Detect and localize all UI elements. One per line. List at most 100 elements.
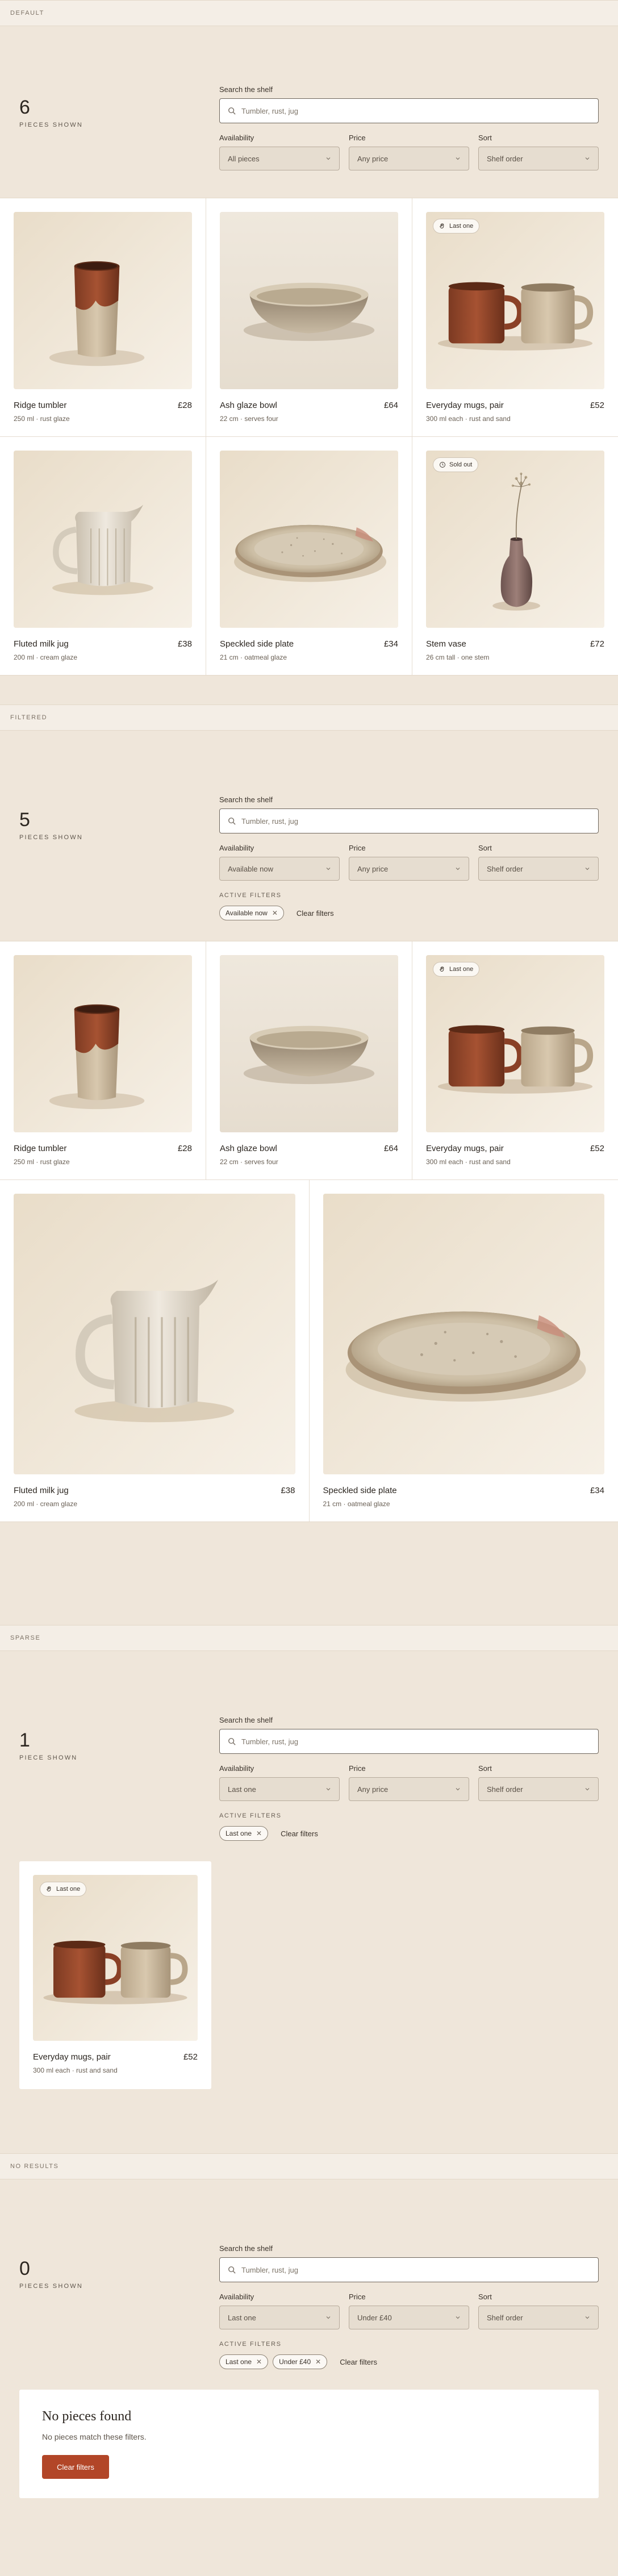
price-label: Price bbox=[349, 1764, 366, 1773]
mugs-illustration bbox=[426, 212, 604, 389]
availability-select[interactable]: Available now bbox=[219, 857, 340, 881]
product-card[interactable]: Ridge tumbler £28 250 ml · rust glaze bbox=[0, 941, 206, 1179]
product-card[interactable]: Fluted milk jug £38 200 ml · cream glaze bbox=[0, 437, 206, 675]
filter-controls: Search the shelf Tumbler, rust, jug Avai… bbox=[219, 2244, 599, 2369]
search-icon bbox=[228, 818, 236, 825]
chevron-down-icon bbox=[326, 2316, 331, 2319]
chevron-down-icon bbox=[456, 868, 460, 870]
chevron-down-icon bbox=[456, 1788, 460, 1791]
search-input[interactable]: Tumbler, rust, jug bbox=[219, 98, 599, 123]
price-select[interactable]: Any price bbox=[349, 857, 469, 881]
controls-area: 1 PIECE SHOWN Search the shelf Tumbler, … bbox=[0, 1651, 618, 1861]
count-label: PIECES SHOWN bbox=[19, 834, 83, 841]
sort-label: Sort bbox=[478, 844, 492, 852]
badge-text: Last one bbox=[56, 1886, 81, 1893]
filter-chip[interactable]: Available now ✕ bbox=[219, 906, 284, 920]
hand-icon bbox=[47, 1886, 51, 1891]
product-detail: 300 ml each · rust and sand bbox=[33, 2066, 118, 2074]
results-count: 1 PIECE SHOWN bbox=[19, 1731, 77, 1761]
product-photo bbox=[220, 955, 398, 1132]
sort-value: Shelf order bbox=[487, 154, 523, 163]
clear-filters-link[interactable]: Clear filters bbox=[297, 909, 334, 918]
controls-area: 0 PIECES SHOWN Search the shelf Tumbler,… bbox=[0, 2179, 618, 2390]
filter-controls: Search the shelf Tumbler, rust, jug Avai… bbox=[219, 85, 599, 170]
price-label: Price bbox=[349, 134, 366, 142]
product-card[interactable]: Ash glaze bowl £64 22 cm · serves four bbox=[206, 941, 412, 1179]
active-filters-label: ACTIVE FILTERS bbox=[219, 892, 282, 899]
product-name: Stem vase bbox=[426, 639, 466, 649]
close-icon[interactable]: ✕ bbox=[272, 909, 278, 917]
section-title: SPARSE bbox=[0, 1625, 618, 1651]
availability-value: Available now bbox=[228, 864, 273, 873]
product-card[interactable]: Speckled side plate £34 21 cm · oatmeal g… bbox=[308, 1180, 618, 1522]
filter-chip[interactable]: Last one ✕ bbox=[219, 1826, 269, 1841]
product-card[interactable]: Last one Everyday mugs, pair £52 300 ml e… bbox=[19, 1861, 211, 2089]
clear-filters-link[interactable]: Clear filters bbox=[340, 2358, 377, 2366]
empty-state: No pieces found No pieces match these fi… bbox=[19, 2390, 599, 2498]
availability-value: All pieces bbox=[228, 154, 260, 163]
sort-select[interactable]: Shelf order bbox=[478, 2306, 599, 2329]
sort-select[interactable]: Shelf order bbox=[478, 147, 599, 170]
chip-label: Under £40 bbox=[279, 2358, 311, 2366]
product-price: £52 bbox=[590, 1144, 604, 1153]
product-price: £52 bbox=[183, 2052, 198, 2062]
price-select[interactable]: Under £40 bbox=[349, 2306, 469, 2329]
count-label: PIECES SHOWN bbox=[19, 2283, 83, 2290]
ridge-illustration bbox=[14, 212, 192, 389]
product-name: Ridge tumbler bbox=[14, 1144, 67, 1153]
price-value: Any price bbox=[357, 154, 389, 163]
availability-select[interactable]: Last one bbox=[219, 2306, 340, 2329]
count-number: 0 bbox=[19, 2258, 30, 2279]
product-card[interactable]: Ridge tumbler £28 250 ml · rust glaze bbox=[0, 198, 206, 436]
product-photo bbox=[14, 451, 192, 628]
product-detail: 300 ml each · rust and sand bbox=[426, 415, 511, 423]
search-label: Search the shelf bbox=[219, 85, 273, 94]
product-name: Ash glaze bowl bbox=[220, 401, 277, 410]
product-card[interactable]: Speckled side plate £34 21 cm · oatmeal g… bbox=[206, 437, 412, 675]
section-title: NO RESULTS bbox=[0, 2153, 618, 2179]
search-input[interactable]: Tumbler, rust, jug bbox=[219, 1729, 599, 1754]
badge-text: Last one bbox=[449, 966, 474, 973]
results-count: 5 PIECES SHOWN bbox=[19, 810, 83, 841]
mugs-illustration bbox=[426, 955, 604, 1132]
search-input[interactable]: Tumbler, rust, jug bbox=[219, 2257, 599, 2282]
close-icon[interactable]: ✕ bbox=[256, 2358, 262, 2366]
price-value: Any price bbox=[357, 864, 389, 873]
status-badge: Last one bbox=[433, 962, 480, 977]
product-card[interactable]: Sold out Stem vase £72 26 cm tall · one s… bbox=[412, 437, 618, 675]
close-icon[interactable]: ✕ bbox=[315, 2358, 321, 2366]
chip-label: Last one bbox=[226, 2358, 252, 2366]
product-card[interactable]: Last one Everyday mugs, pair £52 300 ml e… bbox=[412, 198, 618, 436]
price-select[interactable]: Any price bbox=[349, 147, 469, 170]
product-detail: 21 cm · oatmeal glaze bbox=[220, 653, 287, 661]
search-icon bbox=[228, 107, 236, 115]
clear-filters-link[interactable]: Clear filters bbox=[281, 1829, 318, 1838]
product-detail: 250 ml · rust glaze bbox=[14, 415, 70, 423]
empty-message: No pieces match these filters. bbox=[42, 2432, 147, 2441]
availability-select[interactable]: All pieces bbox=[219, 147, 340, 170]
filter-chip[interactable]: Under £40 ✕ bbox=[273, 2354, 328, 2369]
hand-icon bbox=[440, 966, 444, 972]
chevron-down-icon bbox=[326, 868, 331, 870]
availability-select[interactable]: Last one bbox=[219, 1777, 340, 1801]
product-card[interactable]: Fluted milk jug £38 200 ml · cream glaze bbox=[0, 1180, 309, 1522]
close-icon[interactable]: ✕ bbox=[256, 1829, 262, 1837]
chevron-down-icon bbox=[456, 2316, 460, 2319]
price-select[interactable]: Any price bbox=[349, 1777, 469, 1801]
product-name: Everyday mugs, pair bbox=[426, 1144, 504, 1153]
filter-chip[interactable]: Last one ✕ bbox=[219, 2354, 269, 2369]
product-card[interactable]: Last one Everyday mugs, pair £52 300 ml e… bbox=[412, 941, 618, 1179]
plate-illustration bbox=[220, 451, 398, 628]
product-price: £38 bbox=[177, 639, 192, 649]
clear-filters-button[interactable]: Clear filters bbox=[42, 2455, 109, 2479]
search-input[interactable]: Tumbler, rust, jug bbox=[219, 808, 599, 833]
sort-select[interactable]: Shelf order bbox=[478, 1777, 599, 1801]
badge-text: Last one bbox=[449, 223, 474, 230]
search-label: Search the shelf bbox=[219, 795, 273, 804]
product-name: Speckled side plate bbox=[323, 1486, 397, 1495]
product-name: Everyday mugs, pair bbox=[426, 401, 504, 410]
sort-select[interactable]: Shelf order bbox=[478, 857, 599, 881]
product-price: £28 bbox=[177, 1144, 192, 1153]
product-card[interactable]: Ash glaze bowl £64 22 cm · serves four bbox=[206, 198, 412, 436]
search-placeholder: Tumbler, rust, jug bbox=[241, 1737, 298, 1746]
